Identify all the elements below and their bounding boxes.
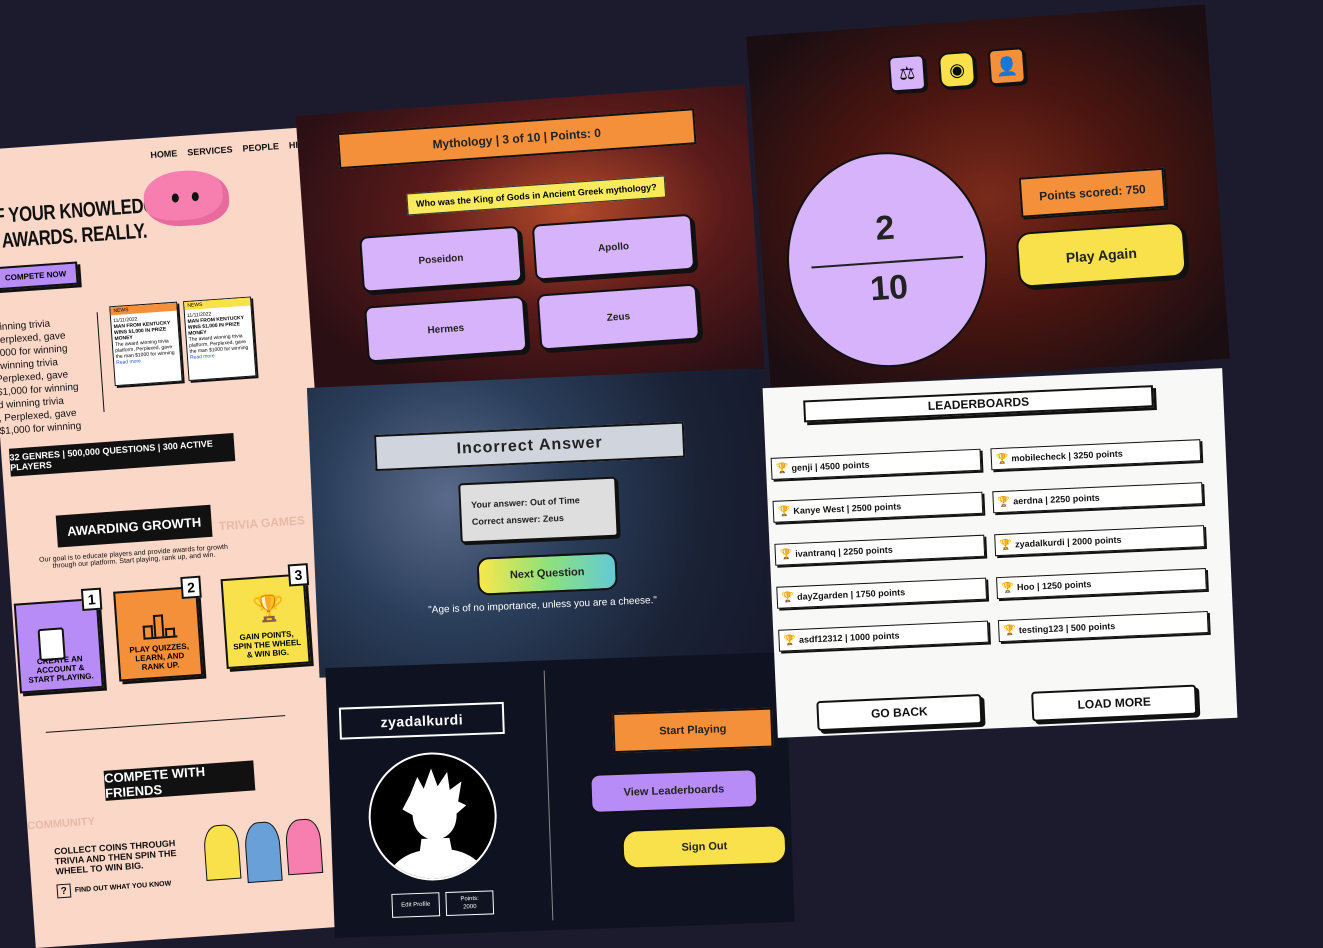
username-display: zyadalkurdi: [338, 701, 505, 740]
answer-feedback-box: Your answer: Out of Time Correct answer:…: [458, 476, 619, 544]
leaderboard-row: 🏆 ivantranq | 2250 points: [774, 534, 986, 566]
answer-button-hermes[interactable]: Hermes: [364, 295, 528, 363]
leaderboard-row: 🏆 genji | 4500 points: [770, 448, 982, 480]
question-text: Who was the King of Gods in Ancient Gree…: [406, 175, 667, 216]
growth-description: Our goal is to educate players and provi…: [38, 543, 229, 570]
friends-illustration: [202, 817, 324, 886]
trophy-icon: 🏆: [999, 538, 1013, 551]
leaderboard-row: 🏆 zyadalkurdi | 2000 points: [994, 525, 1205, 557]
trophy-icon: 🏆: [1003, 624, 1017, 637]
step-card-3: 3 🏆 GAIN POINTS, SPIN THE WHEEL & WIN BI…: [220, 563, 311, 670]
score-total: 10: [868, 267, 910, 309]
collect-coins-text: COLLECT COINS THROUGH TRIVIA AND THEN SP…: [53, 838, 177, 877]
leaderboard-row: 🏆 testing123 | 500 points: [997, 610, 1209, 643]
question-icon: ?: [56, 883, 72, 899]
trophy-icon: 🏆: [783, 634, 797, 647]
nav-services[interactable]: SERVICES: [187, 144, 233, 157]
podium-icon: [141, 607, 178, 640]
avatar[interactable]: [366, 750, 499, 883]
answer-button-poseidon[interactable]: Poseidon: [359, 225, 523, 293]
go-back-button[interactable]: GO BACK: [816, 693, 983, 732]
quiz-progress-header: Mythology | 3 of 10 | Points: 0: [336, 108, 697, 170]
eye-icon[interactable]: ◉: [937, 50, 977, 90]
incorrect-answer-screen: Incorrect Answer Your answer: Out of Tim…: [306, 368, 772, 678]
load-more-button[interactable]: LOAD MORE: [1031, 684, 1198, 722]
step-card-1: 1 CREATE AN ACCOUNT & START PLAYING.: [13, 587, 104, 694]
leaderboard-row: 🏆 Kanye West | 2500 points: [772, 491, 984, 523]
brain-mascot-icon: [142, 167, 231, 229]
trophy-icon: 🏆: [1001, 581, 1015, 594]
trophy-icon: 🏆: [995, 453, 1009, 465]
nav-home[interactable]: HOME: [150, 148, 178, 160]
trophy-icon: 🏆: [997, 496, 1011, 508]
news-text-list: winning trivia Perplexed, gave 1000 for …: [0, 318, 82, 438]
score-value: 2: [874, 208, 896, 248]
next-question-button[interactable]: Next Question: [476, 551, 618, 596]
start-playing-button[interactable]: Start Playing: [612, 707, 774, 754]
trophy-icon: 🏆: [779, 548, 793, 561]
leaderboard-row: 🏆 aerdna | 2250 points: [992, 482, 1204, 514]
edit-profile-button[interactable]: Edit Profile: [391, 892, 441, 918]
compete-now-button[interactable]: COMPETE NOW: [0, 261, 79, 291]
nav-people[interactable]: PEOPLE: [242, 141, 279, 154]
silhouette-icon: [385, 768, 489, 883]
compete-with-friends-heading: COMPETE WITH FRIENDS: [103, 760, 256, 801]
news-card[interactable]: NEWS 11/11/2022 MAN FROM KENTUCKY WINS $…: [183, 296, 257, 382]
leaderboard-row: 🏆 mobilecheck | 3250 points: [990, 439, 1202, 471]
quiz-screen: Mythology | 3 of 10 | Points: 0 Who was …: [295, 84, 765, 401]
user-icon[interactable]: 👤: [987, 47, 1027, 86]
score-circle: 2 10: [779, 145, 995, 374]
results-screen: ⚖ ◉ 👤 2 10 Points scored: 750 Play Again: [746, 4, 1230, 391]
leaderboard-row: 🏆 Hoo | 1250 points: [996, 568, 1207, 600]
scale-icon[interactable]: ⚖: [887, 54, 927, 93]
phone-icon: [37, 627, 66, 662]
leaderboard-row: 🏆 dayZgarden | 1750 points: [776, 577, 988, 609]
find-out-row: ? FIND OUT WHAT YOU KNOW: [56, 876, 171, 899]
step-card-2: 2 PLAY QUIZZES, LEARN, AND RANK UP.: [113, 575, 204, 682]
trophy-icon: 🏆: [251, 591, 287, 625]
leaderboard-row: 🏆 asdf12312 | 1000 points: [778, 620, 989, 652]
trophy-icon: 🏆: [775, 462, 789, 475]
awarding-growth-heading: AWARDING GROWTH: [55, 504, 213, 548]
leaderboard-screen: LEADERBOARDS 🏆 genji | 4500 points 🏆 Kanye…: [762, 368, 1238, 738]
quote-text: "Age is of no importance, unless you are…: [428, 594, 658, 616]
points-display: Points: 2000: [445, 890, 495, 917]
points-scored: Points scored: 750: [1018, 167, 1167, 218]
sign-out-button[interactable]: Sign Out: [621, 824, 788, 870]
view-leaderboards-button[interactable]: View Leaderboards: [589, 768, 759, 814]
stats-banner: 32 GENRES | 500,000 QUESTIONS | 300 ACTI…: [8, 433, 236, 477]
trophy-icon: 🏆: [777, 505, 791, 518]
play-again-button[interactable]: Play Again: [1015, 221, 1187, 289]
trophy-icon: 🏆: [781, 591, 795, 604]
profile-screen: zyadalkurdi Edit Profile Points: 2000 St…: [325, 652, 795, 938]
community-watermark: COMMUNITY: [26, 815, 96, 833]
news-card[interactable]: NEWS 11/11/2022 MAN FROM KENTUCKY WINS $…: [109, 301, 183, 387]
leaderboard-title: LEADERBOARDS: [803, 385, 1154, 423]
trivia-games-watermark: TRIVIA GAMES: [218, 513, 306, 534]
incorrect-answer-title: Incorrect Answer: [374, 421, 686, 472]
answer-button-zeus[interactable]: Zeus: [536, 283, 701, 351]
answer-button-apollo[interactable]: Apollo: [531, 213, 696, 281]
